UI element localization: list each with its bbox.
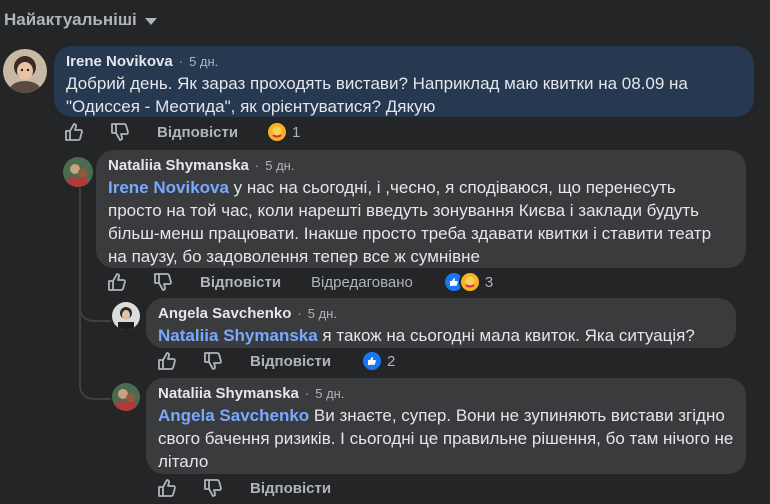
mention-link[interactable]: Irene Novikova — [108, 178, 229, 197]
dislike-icon[interactable] — [202, 350, 224, 372]
like-icon[interactable] — [63, 121, 85, 143]
dislike-icon[interactable] — [202, 477, 224, 499]
comment-actions: Відповісти 2 — [156, 350, 395, 372]
comment-bubble: Nataliia Shymanska · 5 дн. Irene Novikov… — [96, 150, 746, 268]
sort-dropdown[interactable]: Найактуальніші — [4, 10, 157, 30]
reactions-summary[interactable]: 2 — [361, 350, 395, 372]
like-icon[interactable] — [106, 271, 128, 293]
edited-label[interactable]: Відредаговано — [311, 274, 413, 291]
comment-bubble: Irene Novikova · 5 дн. Добрий день. Як з… — [54, 46, 754, 117]
reactions-count: 3 — [484, 273, 494, 291]
avatar-nataliia[interactable] — [112, 383, 140, 411]
reactions-summary[interactable]: 3 — [442, 271, 494, 293]
comment-bubble: Nataliia Shymanska · 5 дн. Angela Savche… — [146, 378, 746, 474]
avatar-nataliia[interactable] — [63, 157, 93, 187]
chevron-down-icon — [144, 18, 157, 25]
comment-time[interactable]: 5 дн. — [189, 52, 218, 72]
care-reaction-icon — [458, 271, 481, 293]
comment-text: Nataliia Shymanska я також на сьогодні м… — [158, 326, 695, 345]
thread-line — [79, 188, 81, 318]
like-icon[interactable] — [156, 350, 178, 372]
comment-actions: Відповісти Відредаговано 3 — [106, 271, 493, 293]
reply-button[interactable]: Відповісти — [200, 274, 281, 291]
reply-button[interactable]: Відповісти — [157, 124, 238, 141]
comment-text: Добрий день. Як зараз проходять вистави?… — [66, 74, 688, 116]
reactions-count: 1 — [292, 123, 301, 141]
sort-label: Найактуальніші — [4, 10, 137, 29]
comment-actions: Відповісти 1 — [63, 121, 300, 143]
mention-link[interactable]: Nataliia Shymanska — [158, 326, 318, 345]
comment-time[interactable]: 5 дн. — [308, 304, 337, 324]
mention-link[interactable]: Angela Savchenko — [158, 406, 309, 425]
comment-author[interactable]: Irene Novikova — [66, 52, 173, 72]
comment-author[interactable]: Nataliia Shymanska — [108, 156, 249, 176]
dislike-icon[interactable] — [109, 121, 131, 143]
comment-author[interactable]: Angela Savchenko — [158, 304, 291, 324]
comment-text: Irene Novikova у нас на сьогодні, і ,чес… — [108, 178, 712, 266]
like-icon[interactable] — [156, 477, 178, 499]
like-reaction-icon — [361, 350, 384, 372]
comment-author[interactable]: Nataliia Shymanska — [158, 384, 299, 404]
reactions-summary[interactable]: 1 — [266, 121, 300, 143]
comment-text: Angela Savchenko Ви знаєте, супер. Вони … — [158, 406, 734, 471]
reply-button[interactable]: Відповісти — [250, 480, 331, 497]
comment-actions: Відповісти — [156, 477, 331, 499]
comment-time[interactable]: 5 дн. — [265, 156, 294, 176]
thread-connector — [79, 300, 111, 400]
care-reaction-icon — [266, 121, 289, 143]
reply-button[interactable]: Відповісти — [250, 353, 331, 370]
avatar-irene[interactable] — [3, 49, 47, 93]
reactions-count: 2 — [387, 352, 396, 370]
avatar-angela[interactable] — [112, 302, 140, 330]
dislike-icon[interactable] — [152, 271, 174, 293]
comment-bubble: Angela Savchenko · 5 дн. Nataliia Shyman… — [146, 298, 736, 348]
comment-time[interactable]: 5 дн. — [315, 384, 344, 404]
